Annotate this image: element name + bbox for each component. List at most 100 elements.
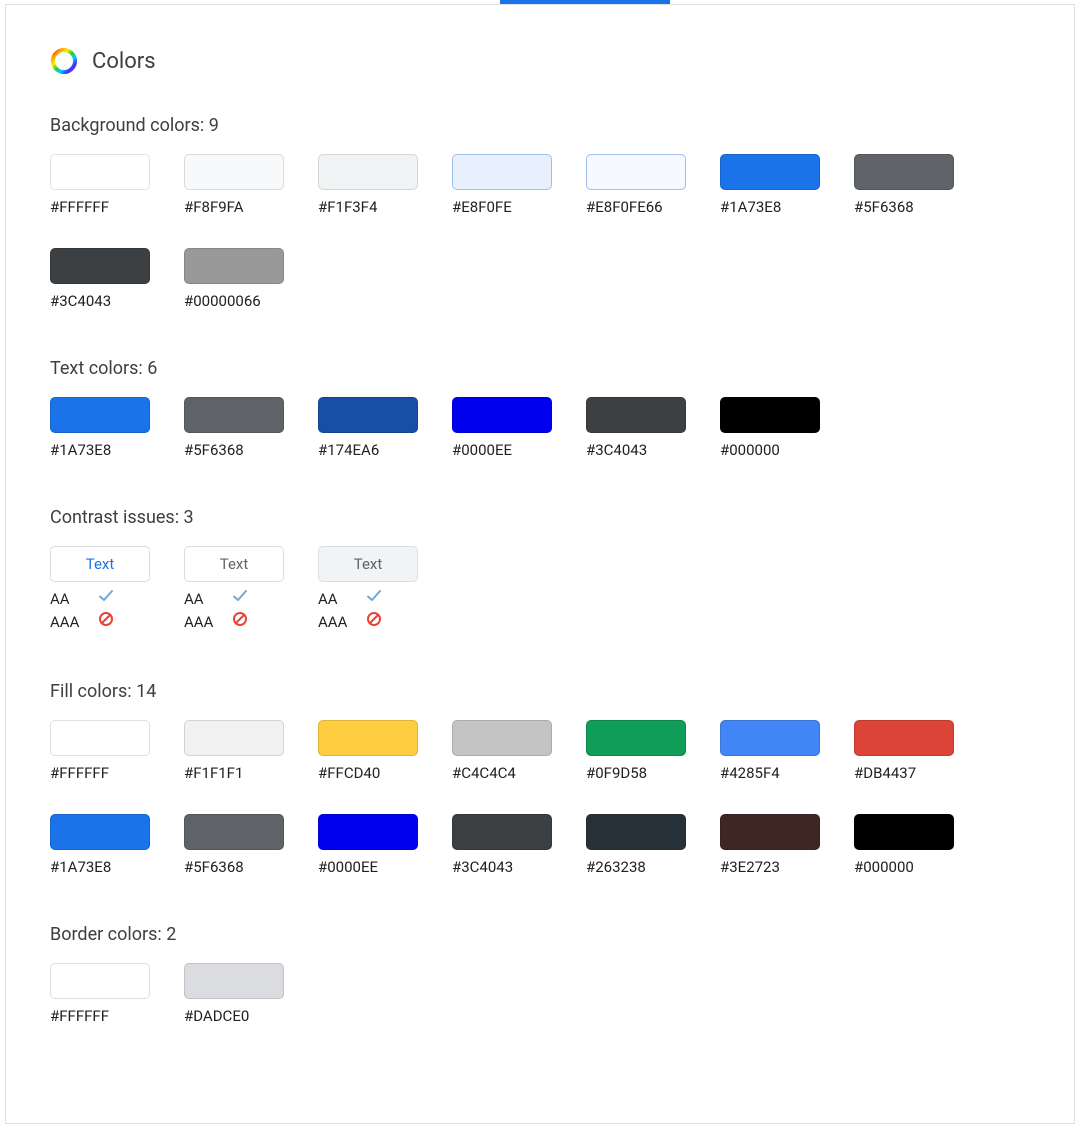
swatch-grid-background: #FFFFFF #F8F9FA #F1F3F4 #E8F0FE #E8F0FE66 #1A… [50, 154, 1030, 310]
color-swatch [184, 720, 284, 756]
swatch-label: #1A73E8 [50, 441, 150, 459]
contrast-item[interactable]: TextAAAAA [50, 546, 150, 633]
contrast-sample: Text [184, 546, 284, 582]
swatch-item[interactable]: #E8F0FE66 [586, 154, 686, 216]
swatch-label: #263238 [586, 858, 686, 876]
swatch-item[interactable]: #0000EE [318, 814, 418, 876]
swatch-label: #5F6368 [184, 858, 284, 876]
color-swatch [50, 814, 150, 850]
swatch-item[interactable]: #F1F1F1 [184, 720, 284, 782]
check-pass-icon [98, 588, 114, 611]
swatch-item[interactable]: #FFFFFF [50, 720, 150, 782]
fail-icon [98, 611, 114, 634]
contrast-level-aa: AA [50, 588, 84, 611]
color-swatch [720, 720, 820, 756]
contrast-row-aa: AA [318, 588, 418, 611]
swatch-label: #F8F9FA [184, 198, 284, 216]
contrast-row-aa: AA [184, 588, 284, 611]
contrast-level-aa: AA [184, 588, 218, 611]
contrast-level-aa: AA [318, 588, 352, 611]
color-swatch [720, 397, 820, 433]
section-border: Border colors: 2 #FFFFFF#DADCE0 [50, 924, 1030, 1025]
swatch-item[interactable]: #FFCD40 [318, 720, 418, 782]
color-swatch [854, 720, 954, 756]
color-swatch [720, 814, 820, 850]
swatch-item[interactable]: #DADCE0 [184, 963, 284, 1025]
swatch-item[interactable]: #5F6368 [854, 154, 954, 216]
color-swatch [184, 963, 284, 999]
swatch-label: #5F6368 [184, 441, 284, 459]
swatch-label: #000000 [720, 441, 820, 459]
swatch-item[interactable]: #174EA6 [318, 397, 418, 459]
swatch-label: #F1F1F1 [184, 764, 284, 782]
swatch-item[interactable]: #000000 [720, 397, 820, 459]
fail-icon [232, 611, 248, 634]
swatch-label: #3E2723 [720, 858, 820, 876]
swatch-label: #FFFFFF [50, 198, 150, 216]
color-wheel-icon [50, 47, 78, 75]
swatch-item[interactable]: #E8F0FE [452, 154, 552, 216]
color-swatch [50, 397, 150, 433]
color-swatch [318, 720, 418, 756]
swatch-item[interactable]: #1A73E8 [50, 814, 150, 876]
swatch-item[interactable]: #1A73E8 [720, 154, 820, 216]
swatch-label: #3C4043 [452, 858, 552, 876]
swatch-label: #3C4043 [50, 292, 150, 310]
swatch-item[interactable]: #263238 [586, 814, 686, 876]
swatch-item[interactable]: #C4C4C4 [452, 720, 552, 782]
contrast-level-aaa: AAA [184, 611, 218, 634]
contrast-item[interactable]: Text AAAAA [184, 546, 284, 633]
fail-icon [366, 611, 382, 634]
swatch-item[interactable]: #F1F3F4 [318, 154, 418, 216]
swatch-label: #1A73E8 [50, 858, 150, 876]
swatch-label: #FFFFFF [50, 764, 150, 782]
section-background: Background colors: 9 #FFFFFF #F8F9FA #F1F3… [50, 115, 1030, 310]
colors-panel: Colors Background colors: 9 #FFFFFF #F8F9… [5, 4, 1075, 1124]
section-title-fill: Fill colors: 14 [50, 681, 1030, 702]
swatch-label: #4285F4 [720, 764, 820, 782]
swatch-item[interactable]: #4285F4 [720, 720, 820, 782]
swatch-label: #00000066 [184, 292, 284, 310]
swatch-label: #E8F0FE66 [586, 198, 686, 216]
color-swatch [318, 154, 418, 190]
contrast-sample: Text [318, 546, 418, 582]
color-swatch [452, 814, 552, 850]
color-swatch [318, 397, 418, 433]
section-title-text: Text colors: 6 [50, 358, 1030, 379]
color-swatch [452, 397, 552, 433]
swatch-item[interactable]: #5F6368 [184, 814, 284, 876]
section-title-background: Background colors: 9 [50, 115, 1030, 136]
swatch-label: #0000EE [452, 441, 552, 459]
swatch-item[interactable]: #0000EE [452, 397, 552, 459]
color-swatch [50, 720, 150, 756]
check-pass-icon [232, 588, 248, 611]
swatch-item[interactable]: #3E2723 [720, 814, 820, 876]
swatch-item[interactable]: #1A73E8 [50, 397, 150, 459]
color-swatch [586, 814, 686, 850]
swatch-item[interactable]: #FFFFFF [50, 963, 150, 1025]
swatch-item[interactable]: #F8F9FA [184, 154, 284, 216]
contrast-row-aa: AA [50, 588, 150, 611]
swatch-item[interactable]: #0F9D58 [586, 720, 686, 782]
swatch-item[interactable]: #3C4043 [452, 814, 552, 876]
contrast-level-aaa: AAA [318, 611, 352, 634]
swatch-item[interactable]: #000000 [854, 814, 954, 876]
contrast-item[interactable]: Text AAAAA [318, 546, 418, 633]
swatch-item[interactable]: #5F6368 [184, 397, 284, 459]
color-swatch [184, 248, 284, 284]
color-swatch [586, 397, 686, 433]
color-swatch [184, 397, 284, 433]
swatch-label: #E8F0FE [452, 198, 552, 216]
swatch-item[interactable]: #3C4043 [586, 397, 686, 459]
swatch-label: #5F6368 [854, 198, 954, 216]
color-swatch [50, 248, 150, 284]
swatch-item[interactable]: #3C4043 [50, 248, 150, 310]
swatch-item[interactable]: #FFFFFF [50, 154, 150, 216]
swatch-grid-fill: #FFFFFF #F1F1F1 #FFCD40 #C4C4C4 #0F9D58 #4285… [50, 720, 1030, 876]
swatch-item[interactable]: #00000066 [184, 248, 284, 310]
page-title: Colors [92, 49, 156, 74]
color-swatch [184, 814, 284, 850]
color-swatch [452, 154, 552, 190]
swatch-item[interactable]: #DB4437 [854, 720, 954, 782]
section-title-contrast: Contrast issues: 3 [50, 507, 1030, 528]
